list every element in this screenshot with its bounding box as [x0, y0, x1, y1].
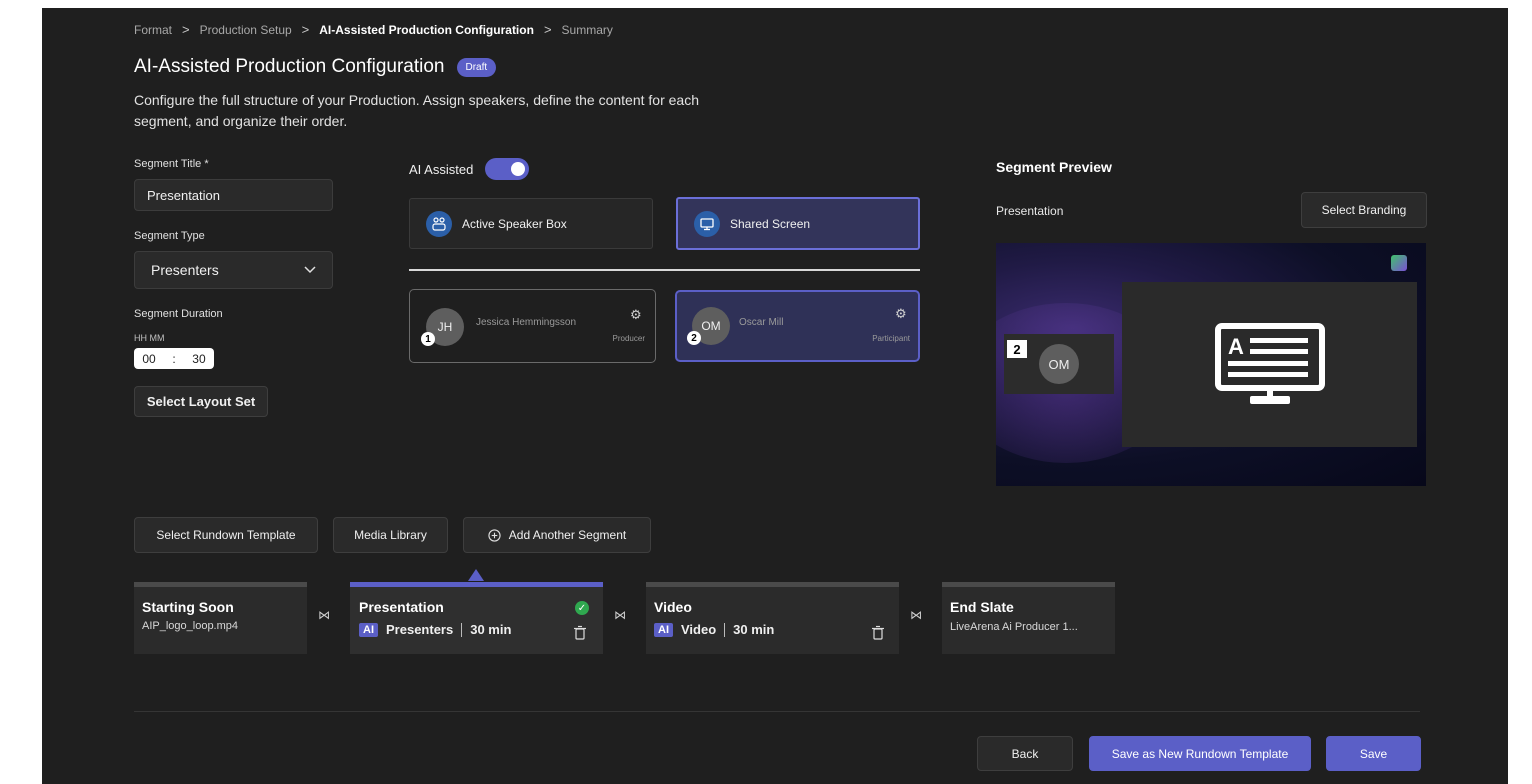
ai-assisted-label: AI Assisted	[409, 161, 474, 177]
segment-card-starting-soon[interactable]: Starting Soon AIP_logo_loop.mp4	[134, 582, 307, 654]
add-circle-icon	[488, 528, 501, 542]
segment-duration-label: Segment Duration	[134, 308, 223, 320]
add-segment-button[interactable]: Add Another Segment	[463, 517, 651, 553]
participant-number-badge: 1	[421, 332, 435, 346]
tile-number: 2	[1007, 340, 1027, 358]
ai-assisted-control: AI Assisted	[409, 158, 530, 180]
segment-card-presentation[interactable]: Presentation ✓ AI Presenters 30 min	[350, 582, 603, 654]
segment-duration: 30 min	[733, 622, 775, 637]
page-header: AI-Assisted Production Configuration Dra…	[134, 56, 497, 78]
segment-detail: AIP_logo_loop.mp4	[142, 620, 239, 632]
speaker-box-icon	[426, 210, 452, 237]
trash-icon[interactable]	[573, 625, 587, 645]
layout-shared-screen[interactable]: Shared Screen	[676, 197, 920, 250]
participant-name: Jessica Hemmingsson	[476, 317, 577, 328]
divider	[461, 622, 463, 637]
segment-meta: AI Video 30 min	[654, 622, 774, 637]
check-icon: ✓	[575, 601, 589, 615]
participant-name: Oscar Mill	[739, 317, 784, 328]
segment-card-end-slate[interactable]: End Slate LiveArena Ai Producer 1...	[942, 582, 1115, 654]
breadcrumb-format[interactable]: Format	[134, 23, 172, 37]
transition-icon[interactable]: ⋈	[614, 608, 626, 622]
participant-tile: 2 OM	[1004, 334, 1114, 394]
add-segment-label: Add Another Segment	[508, 528, 627, 542]
segment-title: Presentation	[359, 599, 444, 615]
page-title: AI-Assisted Production Configuration	[134, 56, 445, 77]
segment-title: Video	[654, 599, 692, 615]
presentation-screen-icon: A	[1214, 322, 1325, 404]
segment-meta: AI Presenters 30 min	[359, 622, 511, 637]
select-layout-set-button[interactable]: Select Layout Set	[134, 386, 268, 417]
segment-duration: 30 min	[470, 622, 512, 637]
participant-card-1[interactable]: JH 1 Jessica Hemmingsson ⚙ Producer	[409, 289, 656, 363]
layout-active-speaker-box[interactable]: Active Speaker Box	[409, 198, 653, 249]
footer-divider	[134, 711, 1420, 712]
ai-badge: AI	[359, 622, 378, 637]
duration-input[interactable]: 00 : 30	[134, 348, 214, 369]
chevron-right-icon: >	[543, 22, 552, 37]
segment-type: Video	[681, 622, 717, 637]
segment-card-video[interactable]: Video AI Video 30 min	[646, 582, 899, 654]
segment-type-select[interactable]: Presenters	[134, 251, 333, 289]
trash-icon[interactable]	[871, 625, 885, 645]
preview-segment-name: Presentation	[996, 204, 1064, 218]
participant-role: Participant	[872, 334, 910, 343]
breadcrumb: Format > Production Setup > AI-Assisted …	[134, 22, 613, 37]
status-badge: Draft	[456, 57, 497, 77]
participant-role: Producer	[612, 334, 645, 343]
segment-title-label: Segment Title *	[134, 158, 209, 170]
select-rundown-template-button[interactable]: Select Rundown Template	[134, 517, 318, 553]
gear-icon[interactable]: ⚙	[895, 306, 907, 322]
breadcrumb-current: AI-Assisted Production Configuration	[319, 22, 534, 37]
active-segment-pointer	[468, 569, 484, 581]
duration-minutes[interactable]: 30	[192, 352, 205, 366]
transition-icon[interactable]: ⋈	[910, 608, 922, 622]
preview-canvas: 2 OM A	[996, 243, 1426, 486]
save-as-template-button[interactable]: Save as New Rundown Template	[1089, 736, 1311, 771]
chevron-right-icon: >	[301, 22, 310, 37]
segment-type: Presenters	[386, 622, 454, 637]
monitor-icon	[694, 210, 720, 237]
divider	[724, 622, 726, 637]
app-window: Format > Production Setup > AI-Assisted …	[42, 8, 1508, 784]
svg-text:A: A	[1228, 334, 1244, 359]
toggle-knob	[511, 162, 526, 176]
breadcrumb-production-setup[interactable]: Production Setup	[200, 23, 292, 37]
brand-logo-icon	[1391, 255, 1407, 271]
ai-assisted-toggle[interactable]	[485, 158, 530, 180]
participant-card-2[interactable]: OM 2 Oscar Mill ⚙ Participant	[675, 290, 920, 362]
select-branding-button[interactable]: Select Branding	[1301, 192, 1427, 228]
transition-icon[interactable]: ⋈	[318, 608, 330, 622]
duration-format-label: HH MM	[134, 333, 165, 343]
segment-title: End Slate	[950, 599, 1014, 615]
chevron-down-icon	[304, 266, 316, 274]
shared-screen-area: A	[1122, 282, 1417, 447]
segment-title-input[interactable]: Presentation	[134, 179, 333, 211]
segment-detail: LiveArena Ai Producer 1...	[950, 621, 1078, 633]
duration-separator: :	[172, 351, 176, 366]
avatar: OM	[1039, 344, 1079, 384]
ai-badge: AI	[654, 622, 673, 637]
segment-title-value: Presentation	[147, 187, 220, 203]
segment-type-value: Presenters	[151, 262, 219, 278]
media-library-button[interactable]: Media Library	[333, 517, 448, 553]
preview-heading: Segment Preview	[996, 159, 1112, 175]
segment-title: Starting Soon	[142, 599, 234, 615]
gear-icon[interactable]: ⚙	[630, 307, 642, 323]
save-button[interactable]: Save	[1326, 736, 1421, 771]
divider	[409, 269, 920, 271]
segment-type-label: Segment Type	[134, 230, 205, 242]
page-description: Configure the full structure of your Pro…	[134, 92, 699, 129]
chevron-right-icon: >	[182, 22, 190, 37]
participant-number-badge: 2	[687, 331, 701, 345]
back-button[interactable]: Back	[977, 736, 1073, 771]
breadcrumb-summary[interactable]: Summary	[562, 23, 613, 37]
duration-hours[interactable]: 00	[142, 352, 155, 366]
layout-label: Shared Screen	[730, 216, 811, 231]
layout-label: Active Speaker Box	[462, 216, 567, 231]
